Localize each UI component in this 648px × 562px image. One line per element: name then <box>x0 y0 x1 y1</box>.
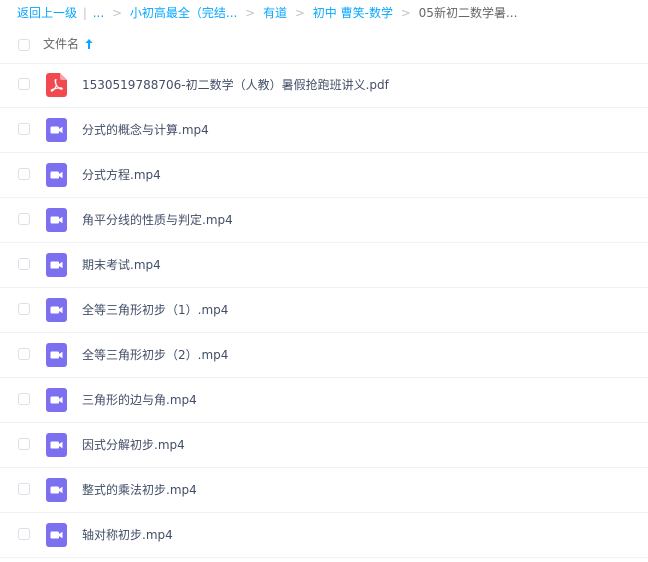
video-icon <box>46 343 67 367</box>
breadcrumb-item-complete-collection[interactable]: 小初高最全（完结... <box>130 6 237 20</box>
file-row[interactable]: 全等三角形初步（2）.mp4 <box>0 333 648 378</box>
file-row[interactable]: 整式的乘法初步.mp4 <box>0 468 648 513</box>
breadcrumb-separator: > <box>245 6 256 20</box>
file-browser: 返回上一级 | ... > 小初高最全（完结... > 有道 > 初中 曹笑-数… <box>0 0 648 562</box>
breadcrumb-divider: | <box>82 6 87 20</box>
video-icon <box>46 298 67 322</box>
file-name[interactable]: 整式的乘法初步.mp4 <box>82 481 197 499</box>
breadcrumb-ellipsis[interactable]: ... <box>93 6 104 20</box>
arrow-up-icon[interactable] <box>84 37 94 51</box>
video-icon <box>46 523 67 547</box>
file-name[interactable]: 因式分解初步.mp4 <box>82 436 185 454</box>
row-checkbox[interactable] <box>18 348 30 360</box>
row-checkbox[interactable] <box>18 168 30 180</box>
video-icon <box>46 388 67 412</box>
row-checkbox[interactable] <box>18 483 30 495</box>
file-name[interactable]: 全等三角形初步（1）.mp4 <box>82 301 228 319</box>
row-checkbox[interactable] <box>18 213 30 225</box>
breadcrumb-separator: > <box>112 6 123 20</box>
list-header: 文件名 <box>0 27 648 64</box>
file-name[interactable]: 1530519788706-初二数学（人教）暑假抢跑班讲义.pdf <box>82 76 389 94</box>
file-name[interactable]: 分式方程.mp4 <box>82 166 161 184</box>
row-checkbox[interactable] <box>18 78 30 90</box>
pdf-icon <box>46 73 67 97</box>
video-icon <box>46 163 67 187</box>
row-checkbox[interactable] <box>18 528 30 540</box>
file-name[interactable]: 轴对称初步.mp4 <box>82 526 173 544</box>
file-name[interactable]: 角平分线的性质与判定.mp4 <box>82 211 233 229</box>
breadcrumb-item-youdao[interactable]: 有道 <box>263 6 287 20</box>
file-row[interactable]: 因式分解初步.mp4 <box>0 423 648 468</box>
file-row[interactable]: 分式方程.mp4 <box>0 153 648 198</box>
file-row[interactable]: 1530519788706-初二数学（人教）暑假抢跑班讲义.pdf <box>0 63 648 108</box>
row-checkbox[interactable] <box>18 393 30 405</box>
file-name[interactable]: 分式的概念与计算.mp4 <box>82 121 209 139</box>
file-row[interactable]: 分式的概念与计算.mp4 <box>0 108 648 153</box>
column-header-filename[interactable]: 文件名 <box>43 36 79 52</box>
row-checkbox[interactable] <box>18 303 30 315</box>
breadcrumb-item-junior-math[interactable]: 初中 曹笑-数学 <box>313 6 393 20</box>
file-name[interactable]: 期末考试.mp4 <box>82 256 161 274</box>
file-row[interactable]: 全等三角形初步（1）.mp4 <box>0 288 648 333</box>
file-name[interactable]: 三角形的边与角.mp4 <box>82 391 197 409</box>
row-checkbox[interactable] <box>18 258 30 270</box>
file-name[interactable]: 全等三角形初步（2）.mp4 <box>82 346 228 364</box>
video-icon <box>46 208 67 232</box>
file-row[interactable]: 期末考试.mp4 <box>0 243 648 288</box>
row-checkbox[interactable] <box>18 123 30 135</box>
video-icon <box>46 433 67 457</box>
back-link[interactable]: 返回上一级 <box>17 6 77 20</box>
file-row[interactable]: 角平分线的性质与判定.mp4 <box>0 198 648 243</box>
file-row[interactable]: 轴对称初步.mp4 <box>0 513 648 558</box>
breadcrumb-separator: > <box>400 6 411 20</box>
file-list: 1530519788706-初二数学（人教）暑假抢跑班讲义.pdf 分式的概念与… <box>0 63 648 558</box>
row-checkbox[interactable] <box>18 438 30 450</box>
select-all-checkbox[interactable] <box>18 39 30 51</box>
video-icon <box>46 118 67 142</box>
breadcrumb-item-current: 05新初二数学暑... <box>418 6 518 20</box>
video-icon <box>46 478 67 502</box>
breadcrumb: 返回上一级 | ... > 小初高最全（完结... > 有道 > 初中 曹笑-数… <box>17 4 517 22</box>
breadcrumb-separator: > <box>294 6 305 20</box>
file-row[interactable]: 三角形的边与角.mp4 <box>0 378 648 423</box>
video-icon <box>46 253 67 277</box>
